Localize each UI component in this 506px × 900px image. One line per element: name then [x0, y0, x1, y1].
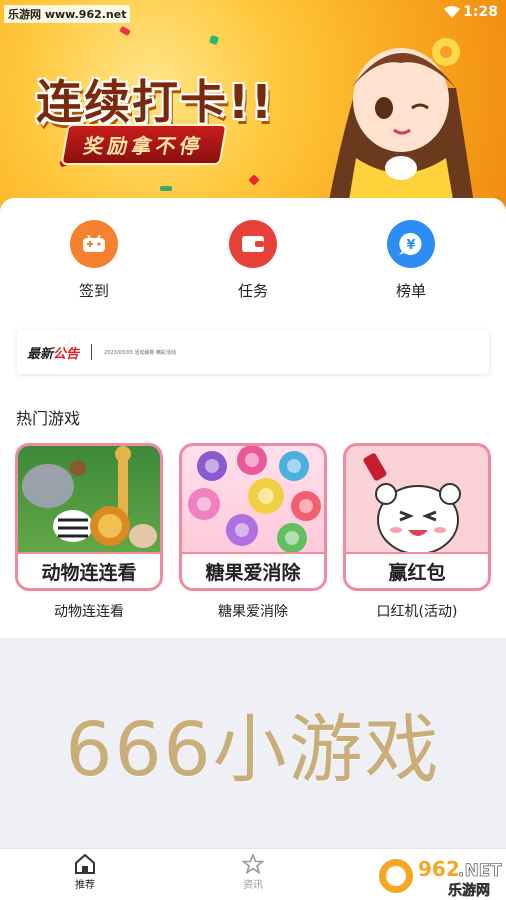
tab-news[interactable]: 资讯 [223, 854, 283, 891]
confetti [119, 25, 131, 37]
announcement-title-b: 公告 [53, 346, 80, 362]
banner-subtitle: 奖励拿不停 [60, 124, 228, 165]
gamepad-icon [70, 220, 118, 268]
tab-label: 资讯 [243, 880, 263, 891]
logo-suffix: .NET [458, 861, 502, 881]
banner-girl-illustration [327, 38, 476, 212]
wifi-icon [444, 6, 460, 18]
site-logo-watermark: 962 .NET 乐游网 [379, 857, 502, 898]
announcement-title-a: 最新 [27, 346, 54, 362]
tab-label: 推荐 [75, 880, 95, 891]
wallet-icon [229, 220, 277, 268]
lollipops-illustration [188, 446, 321, 553]
game-name: 口红机(活动) [376, 604, 458, 620]
svg-text:¥: ¥ [406, 238, 415, 253]
animals-illustration [22, 446, 157, 548]
announcement-bar[interactable]: 最新公告 2023/03/03 活动最新 精彩活动 [17, 330, 489, 374]
star-icon [242, 854, 264, 874]
game-card-animals[interactable]: 动物连连看 动物连连看 [15, 443, 163, 621]
tasks-label: 任务 [237, 282, 268, 300]
logo-number: 962 [418, 857, 460, 881]
watermark: 乐游网 www.962.net [4, 5, 131, 23]
banner-title: 连续打卡!! [36, 75, 274, 129]
game-card-lipstick[interactable]: 赢红包 口红机(活动) [343, 443, 491, 621]
announcement-title: 最新公告 [27, 343, 79, 362]
checkin-entry[interactable]: 签到 [44, 220, 144, 301]
promo-banner[interactable]: 乐游网 www.962.net 1:28 连续打卡!! 奖励拿不停 [0, 0, 506, 212]
tasks-entry[interactable]: 任务 [203, 220, 303, 301]
game-name: 动物连连看 [54, 604, 124, 620]
divider [91, 344, 93, 360]
confetti [248, 174, 260, 186]
main-card: 签到 任务 ¥ 榜单 最新公告 2023/03/03 活动最新 精彩活动 热门游… [0, 198, 506, 638]
hot-games-title: 热门游戏 [16, 409, 81, 428]
bear-lipstick-illustration [363, 453, 461, 555]
game-thumbnail: 赢红包 [343, 443, 491, 591]
game-ribbon: 赢红包 [346, 552, 488, 588]
game-thumbnail: 动物连连看 [15, 443, 163, 591]
game-ribbon: 动物连连看 [18, 552, 160, 588]
logo-text: 乐游网 [448, 882, 490, 898]
game-ribbon: 糖果爱消除 [182, 552, 324, 588]
promo-text: 666小游戏 [65, 706, 441, 793]
game-thumbnail: 糖果爱消除 [179, 443, 327, 591]
yen-chat-icon: ¥ [387, 220, 435, 268]
confetti [160, 186, 172, 191]
tab-recommend[interactable]: 推荐 [55, 854, 115, 891]
leaderboard-entry[interactable]: ¥ 榜单 [361, 220, 461, 301]
game-card-candy[interactable]: 糖果爱消除 糖果爱消除 [179, 443, 327, 621]
announcement-text: 2023/03/03 活动最新 精彩活动 [104, 349, 177, 356]
leaderboard-label: 榜单 [395, 282, 426, 300]
game-name: 糖果爱消除 [218, 604, 288, 620]
promo-area: 666小游戏 [0, 638, 506, 848]
checkin-label: 签到 [78, 282, 109, 300]
confetti [208, 34, 220, 46]
home-icon [75, 854, 95, 874]
